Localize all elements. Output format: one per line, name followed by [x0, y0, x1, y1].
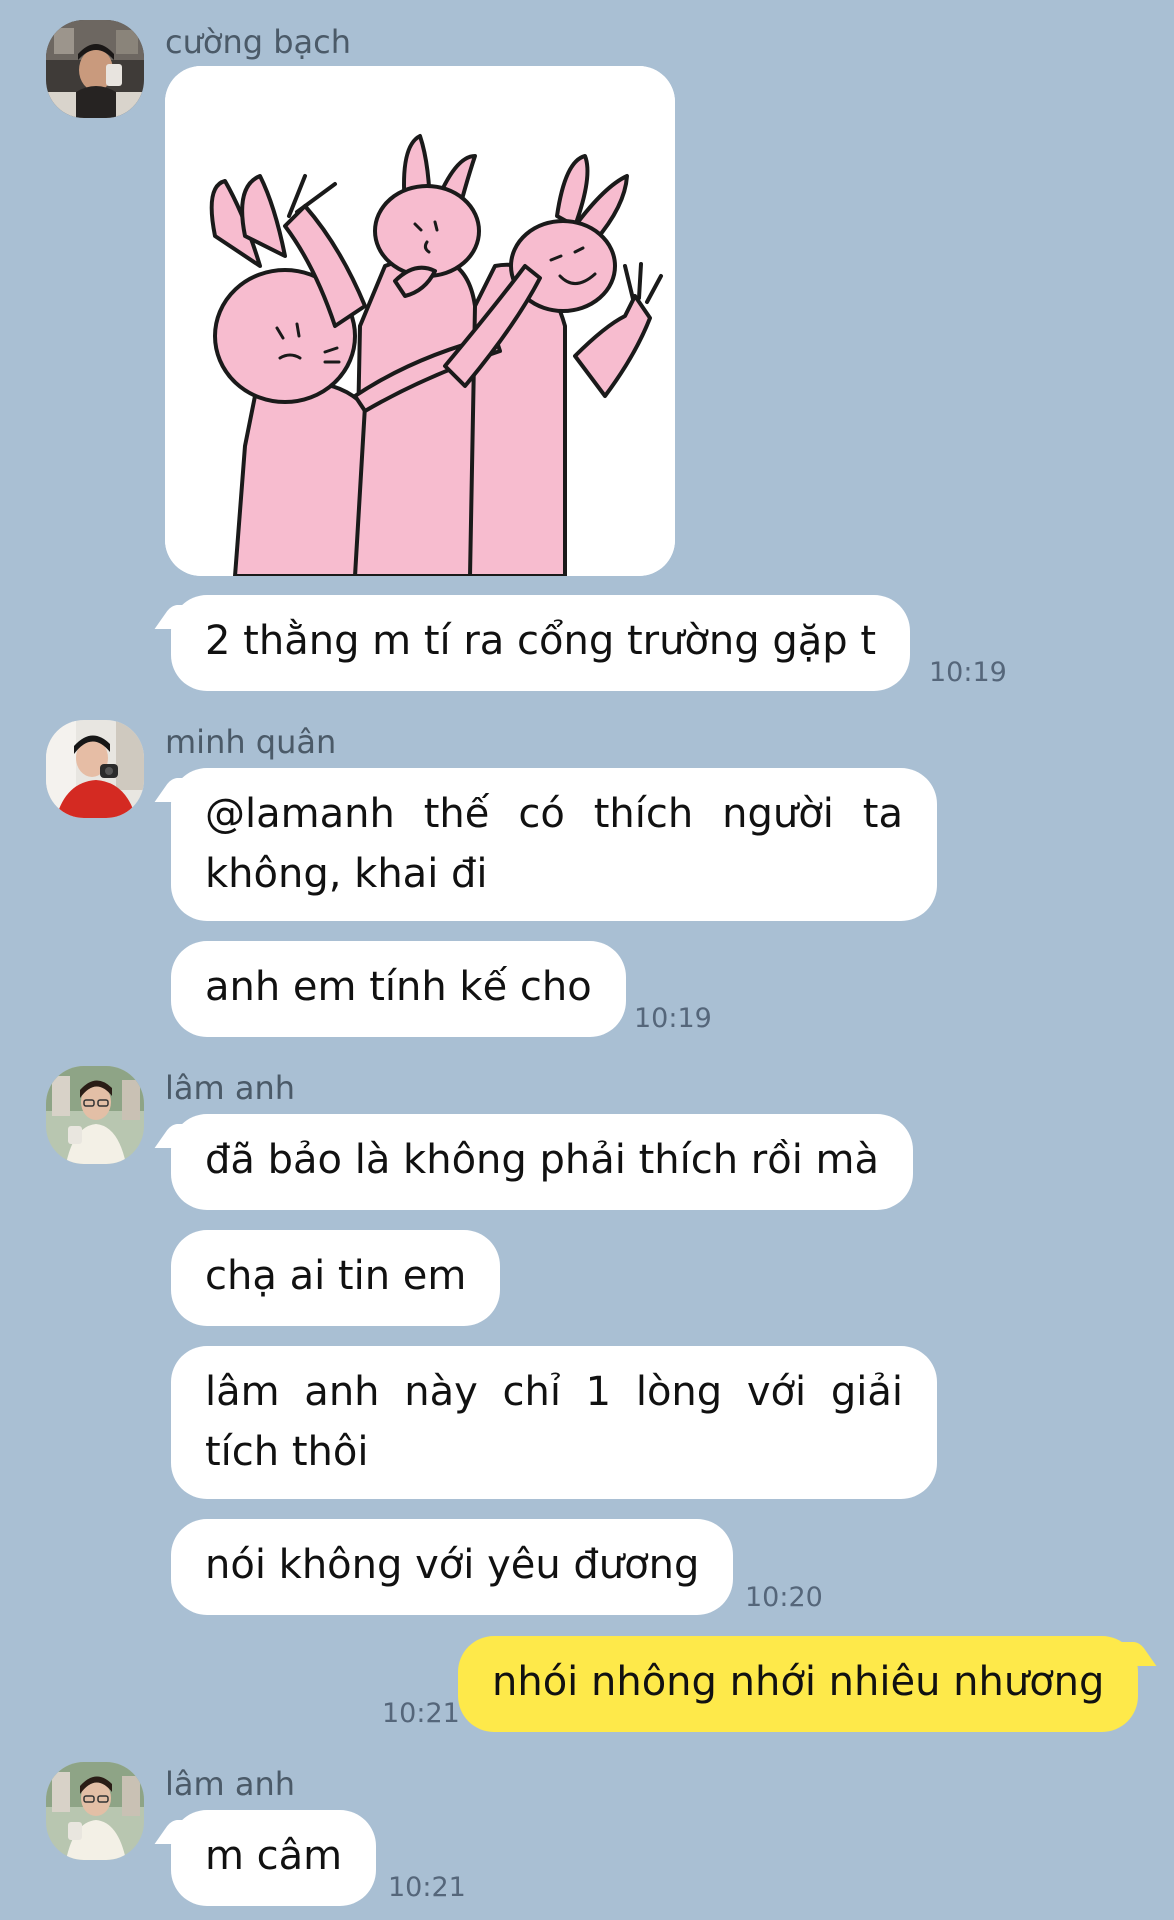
avatar-lam-anh[interactable]	[46, 1066, 144, 1164]
message-time: 10:19	[634, 1003, 712, 1034]
message-bubble[interactable]: 2 thằng m tí ra cổng trường gặp t	[171, 595, 911, 691]
message-bubble[interactable]: nói không với yêu đương	[171, 1519, 734, 1615]
message-text: nói không với yêu đương	[205, 1542, 700, 1588]
message-text: @lamanh thế có thích người ta không, kha…	[205, 791, 903, 897]
message-time: 10:21	[388, 1872, 466, 1903]
message-time: 10:19	[929, 657, 1007, 688]
sender-name: minh quân	[165, 723, 337, 761]
message-time: 10:20	[745, 1582, 823, 1613]
message-text: nhói nhông nhới nhiêu nhương	[492, 1659, 1105, 1705]
sender-name: lâm anh	[165, 1765, 296, 1803]
avatar-lam-anh[interactable]	[46, 1762, 144, 1860]
message-text: anh em tính kế cho	[205, 964, 592, 1010]
sender-name: lâm anh	[165, 1069, 296, 1107]
avatar-minh-quan[interactable]	[46, 720, 144, 818]
sender-name: cường bạch	[165, 23, 352, 61]
message-text: m câm	[205, 1833, 343, 1879]
message-bubble[interactable]: chạ ai tin em	[171, 1230, 501, 1326]
message-bubble[interactable]: lâm anh này chỉ 1 lòng với giải tích thô…	[171, 1346, 937, 1499]
three-pink-bunnies-sticker[interactable]	[165, 66, 675, 576]
outgoing-message-bubble[interactable]: nhói nhông nhới nhiêu nhương	[458, 1636, 1139, 1732]
message-bubble[interactable]: anh em tính kế cho	[171, 941, 626, 1037]
message-text: chạ ai tin em	[205, 1253, 467, 1299]
chat-history[interactable]: cường bạch 2 thằng m tí ra cổng trường g…	[0, 0, 1174, 1920]
message-text: đã bảo là không phải thích rồi mà	[205, 1137, 880, 1183]
avatar-cuong-bach[interactable]	[46, 20, 144, 118]
message-bubble[interactable]: đã bảo là không phải thích rồi mà	[171, 1114, 914, 1210]
message-text: 2 thằng m tí ra cổng trường gặp t	[205, 618, 877, 664]
message-text: lâm anh này chỉ 1 lòng với giải tích thô…	[205, 1369, 903, 1475]
message-bubble[interactable]: m câm	[171, 1810, 377, 1906]
message-bubble[interactable]: @lamanh thế có thích người ta không, kha…	[171, 768, 937, 921]
message-time: 10:21	[382, 1698, 460, 1729]
